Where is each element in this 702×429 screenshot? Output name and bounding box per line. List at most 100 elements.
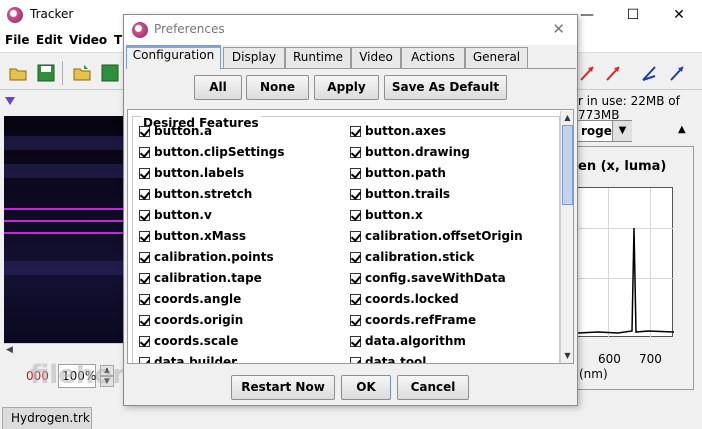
feature-label: data.tool <box>365 355 427 364</box>
preferences-tabs: Configuration Display Runtime Video Acti… <box>126 45 576 69</box>
video-scrollbar[interactable]: ◀ <box>4 343 124 357</box>
spectrum-band <box>4 261 124 275</box>
plot-title: en (x, luma) <box>578 159 667 174</box>
collapse-icon[interactable]: ▲ <box>678 124 686 135</box>
scroll-up-icon[interactable]: ▲ <box>561 111 573 124</box>
tab-actions[interactable]: Actions <box>401 47 465 68</box>
scroll-down-icon[interactable]: ▼ <box>561 349 573 362</box>
preferences-dialog: Preferences ✕ Configuration Display Runt… <box>123 14 578 406</box>
checkbox-checked-icon[interactable] <box>139 231 150 242</box>
plot-area[interactable] <box>577 187 674 338</box>
velocity-vector-icon[interactable] <box>578 63 598 83</box>
checkbox-checked-icon[interactable] <box>139 294 150 305</box>
spectrum-line <box>4 232 124 234</box>
tab-display[interactable]: Display <box>223 47 285 68</box>
save-video-icon[interactable] <box>100 63 120 83</box>
video-view[interactable] <box>4 116 124 343</box>
menu-track[interactable]: T <box>114 33 122 47</box>
open-video-icon[interactable] <box>72 63 92 83</box>
checkbox-checked-icon[interactable] <box>350 210 361 221</box>
feature-label: calibration.stick <box>365 250 475 264</box>
x-axis-label: (nm) <box>579 367 608 381</box>
feature-label: button.clipSettings <box>154 145 285 159</box>
x-tick-label: 700 <box>639 352 662 366</box>
tracker-app-icon <box>7 7 23 23</box>
scrollbar-thumb[interactable] <box>562 125 573 205</box>
spectrum-line <box>4 208 124 210</box>
checkbox-checked-icon[interactable] <box>139 210 150 221</box>
feature-label: config.saveWithData <box>365 271 506 285</box>
checkbox-checked-icon[interactable] <box>139 252 150 263</box>
checkbox-checked-icon[interactable] <box>139 189 150 200</box>
x-tick-label: 600 <box>598 352 621 366</box>
mass-vector-icon[interactable] <box>668 63 688 83</box>
checkbox-checked-icon[interactable] <box>350 147 361 158</box>
checkbox-checked-icon[interactable] <box>139 357 150 363</box>
checkbox-checked-icon[interactable] <box>350 357 361 363</box>
save-icon[interactable] <box>36 63 56 83</box>
cancel-button[interactable]: Cancel <box>397 375 469 400</box>
checkbox-checked-icon[interactable] <box>350 189 361 200</box>
feature-label: coords.angle <box>154 292 242 306</box>
dialog-close-button[interactable]: ✕ <box>552 20 565 38</box>
tab-video[interactable]: Video <box>351 47 401 68</box>
checkbox-checked-icon[interactable] <box>350 168 361 179</box>
window-title: Tracker <box>30 7 74 21</box>
chevron-down-icon[interactable]: ▼ <box>612 121 632 141</box>
feature-label: coords.refFrame <box>365 313 477 327</box>
file-tab[interactable]: Hydrogen.trk <box>2 407 92 429</box>
checkbox-checked-icon[interactable] <box>350 252 361 263</box>
spectrum-line <box>4 220 124 222</box>
feature-label: coords.origin <box>154 313 244 327</box>
checkbox-checked-icon[interactable] <box>139 315 150 326</box>
feature-label: button.path <box>365 166 446 180</box>
ok-button[interactable]: OK <box>341 375 391 400</box>
acceleration-vector-icon[interactable] <box>604 63 624 83</box>
tracker-app-icon <box>132 22 148 38</box>
feature-label: data.algorithm <box>365 334 466 348</box>
restart-now-button[interactable]: Restart Now <box>231 375 335 400</box>
dialog-titlebar: Preferences ✕ <box>124 15 577 45</box>
checkbox-checked-icon[interactable] <box>350 336 361 347</box>
checkbox-checked-icon[interactable] <box>350 294 361 305</box>
checkbox-checked-icon[interactable] <box>139 273 150 284</box>
checkbox-checked-icon[interactable] <box>350 126 361 137</box>
feature-label: coords.scale <box>154 334 239 348</box>
select-none-button[interactable]: None <box>246 75 309 100</box>
close-button[interactable]: ✕ <box>656 0 702 30</box>
checkbox-checked-icon[interactable] <box>350 231 361 242</box>
feature-label: button.x <box>365 208 423 222</box>
memory-status: r in use: 22MB of 773MB <box>578 94 680 122</box>
menu-file[interactable]: File <box>5 33 30 47</box>
tab-configuration[interactable]: Configuration <box>126 45 221 69</box>
axes-vector-icon[interactable] <box>640 63 660 83</box>
feature-label: button.axes <box>365 124 447 138</box>
menu-video[interactable]: Video <box>69 33 107 47</box>
checkbox-checked-icon[interactable] <box>139 336 150 347</box>
feature-label: button.drawing <box>365 145 470 159</box>
checkbox-checked-icon[interactable] <box>350 315 361 326</box>
tab-runtime[interactable]: Runtime <box>285 47 351 68</box>
select-all-button[interactable]: All <box>194 75 242 100</box>
open-folder-icon[interactable] <box>8 63 28 83</box>
menu-edit[interactable]: Edit <box>36 33 63 47</box>
checkbox-checked-icon[interactable] <box>139 147 150 158</box>
save-as-default-button[interactable]: Save As Default <box>384 75 507 100</box>
checkbox-checked-icon[interactable] <box>350 273 361 284</box>
apply-button[interactable]: Apply <box>314 75 379 100</box>
feature-label: data.builder <box>154 355 238 364</box>
maximize-button[interactable]: ☐ <box>610 0 656 30</box>
scroll-left-icon[interactable]: ◀ <box>6 345 13 355</box>
feature-label: button.stretch <box>154 187 253 201</box>
feature-label: button.v <box>154 208 212 222</box>
features-list: Desired Features button.a button.clipSett… <box>127 109 574 364</box>
checkbox-checked-icon[interactable] <box>139 126 150 137</box>
feature-label: calibration.tape <box>154 271 262 285</box>
checkbox-checked-icon[interactable] <box>139 168 150 179</box>
track-menu-triangle-icon[interactable] <box>5 97 15 105</box>
tab-general[interactable]: General <box>465 47 528 68</box>
features-scrollbar[interactable]: ▲ ▼ <box>560 111 573 363</box>
feature-label: button.a <box>154 124 213 138</box>
feature-label: button.trails <box>365 187 451 201</box>
feature-label: button.labels <box>154 166 245 180</box>
